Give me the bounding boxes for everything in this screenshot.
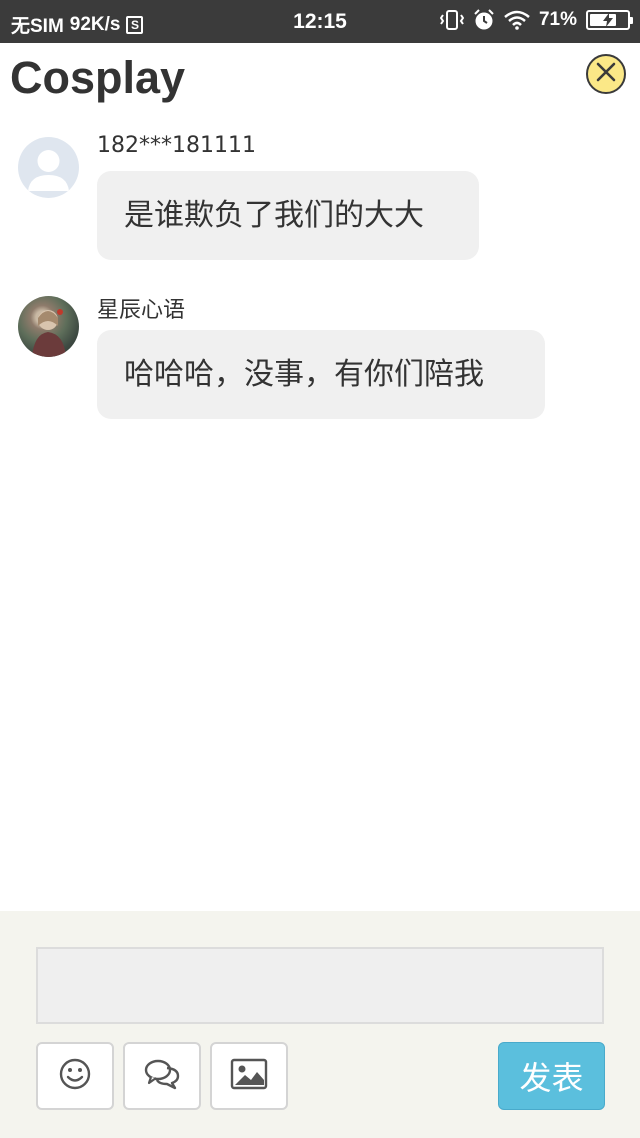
status-right: 71% (439, 9, 633, 31)
emoji-icon (58, 1057, 92, 1095)
default-avatar-icon (28, 150, 69, 191)
username: 星辰心语 (97, 298, 186, 323)
status-bar: 无SIM 92K/s S 12:15 71% (0, 0, 640, 43)
user-photo-icon (32, 309, 66, 357)
avatar[interactable] (18, 296, 79, 357)
chat-bubbles-icon (143, 1058, 181, 1094)
send-button[interactable]: 发表 (498, 1042, 605, 1110)
close-icon (595, 61, 617, 87)
alarm-icon (473, 9, 495, 31)
battery-percent: 71% (538, 9, 577, 30)
composer-panel: 发表 (0, 911, 640, 1138)
page-title: Cosplay (10, 52, 186, 103)
message-bubble: 哈哈哈，没事，有你们陪我 (97, 330, 545, 419)
chat-button[interactable] (123, 1042, 201, 1110)
emoji-button[interactable] (36, 1042, 114, 1110)
message-bubble: 是谁欺负了我们的大大 (97, 171, 479, 260)
username: 182***181111 (97, 133, 256, 158)
vibrate-icon (439, 9, 464, 31)
avatar[interactable] (18, 137, 79, 198)
comment-input[interactable] (36, 947, 604, 1024)
image-icon (230, 1058, 268, 1094)
close-button[interactable] (586, 54, 626, 94)
battery-icon (586, 10, 633, 30)
image-button[interactable] (210, 1042, 288, 1110)
wifi-icon (504, 10, 530, 30)
